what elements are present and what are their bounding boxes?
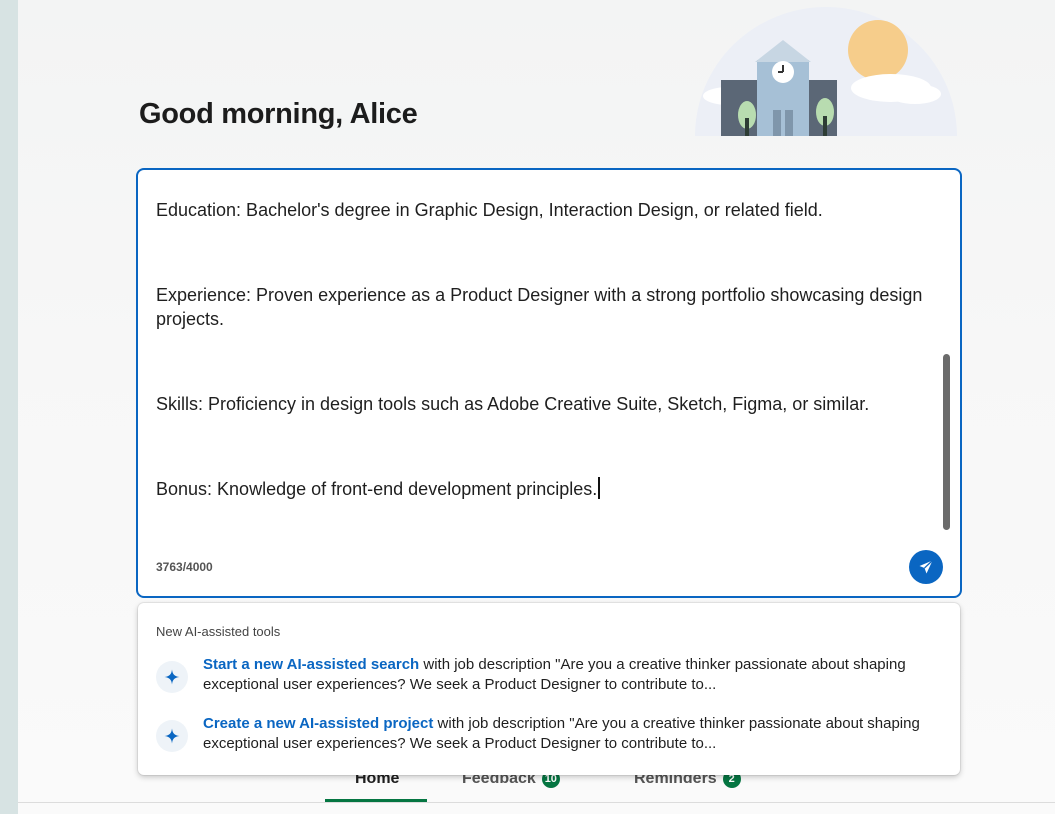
home-page: Good morning, Alice Education: Bachelor'…	[18, 0, 1055, 814]
textarea-scrollbar[interactable]	[943, 354, 950, 530]
school-building-illustration	[695, 7, 957, 136]
paragraph-skills: Skills: Proficiency in design tools such…	[156, 394, 870, 414]
ai-tools-dropdown: New AI-assisted tools Start a new AI-ass…	[138, 603, 960, 775]
paragraph-bonus: Bonus: Knowledge of front-end developmen…	[156, 479, 598, 499]
job-description-textarea[interactable]: Education: Bachelor's degree in Graphic …	[136, 168, 962, 598]
sparkle-icon	[156, 661, 188, 693]
dropdown-heading: New AI-assisted tools	[156, 624, 281, 639]
text-caret	[598, 477, 601, 499]
suggestion-ai-search[interactable]: Start a new AI-assisted search with job …	[156, 655, 946, 695]
suggestion-ai-project[interactable]: Create a new AI-assisted project with jo…	[156, 714, 946, 754]
paragraph-experience: Experience: Proven experience as a Produ…	[156, 285, 923, 329]
sparkle-icon	[156, 720, 188, 752]
character-counter: 3763/4000	[156, 560, 213, 574]
paragraph-education: Education: Bachelor's degree in Graphic …	[156, 200, 823, 220]
suggestion-ai-project-link[interactable]: Create a new AI-assisted project	[203, 715, 433, 732]
suggestion-ai-search-link[interactable]: Start a new AI-assisted search	[203, 656, 419, 673]
greeting-heading: Good morning, Alice	[139, 98, 418, 130]
send-icon	[919, 560, 933, 574]
textarea-content[interactable]: Education: Bachelor's degree in Graphic …	[156, 198, 936, 501]
active-tab-indicator	[325, 799, 427, 802]
send-button[interactable]	[909, 550, 943, 584]
